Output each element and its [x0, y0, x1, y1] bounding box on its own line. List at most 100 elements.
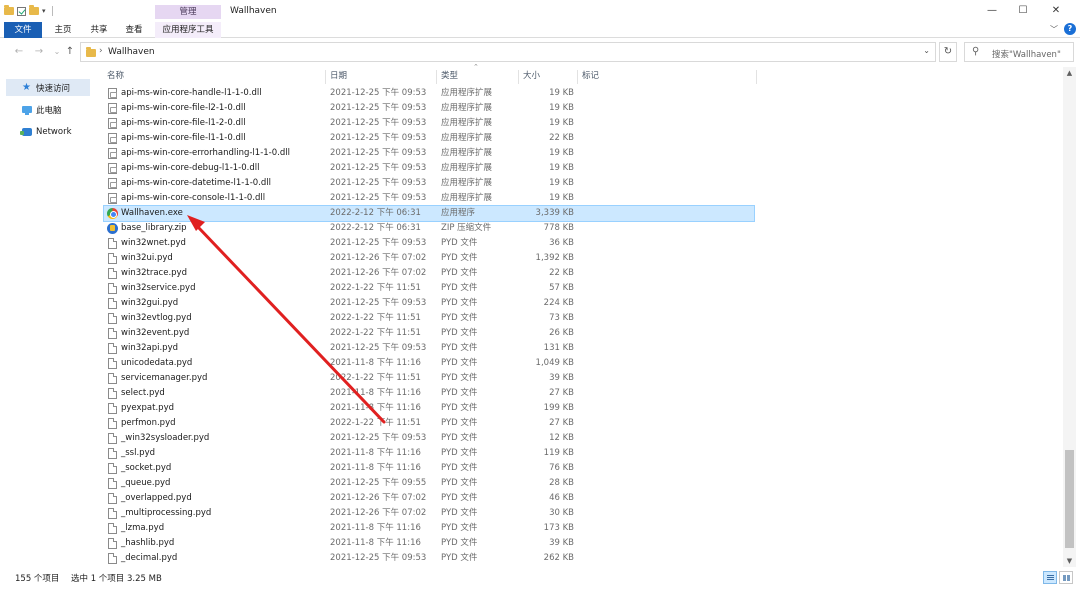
file-row[interactable]: _hashlib.pyd 2021-11-8 下午 11:16 PYD 文件 39 K…	[104, 536, 754, 551]
sidebar-item-this-pc[interactable]: 此电脑	[6, 101, 90, 118]
breadcrumb-chevron-icon[interactable]: ›	[99, 46, 103, 56]
file-row[interactable]: win32wnet.pyd 2021-12-25 下午 09:53 PYD 文件 36…	[104, 236, 754, 251]
file-row[interactable]: api-ms-win-core-console-l1-1-0.dll 2021-1…	[104, 191, 754, 206]
file-date: 2021-12-25 下午 09:53	[330, 148, 427, 158]
address-bar[interactable]: › Wallhaven ⌄	[80, 42, 936, 62]
file-row[interactable]: win32service.pyd 2022-1-22 下午 11:51 PYD 文件…	[104, 281, 754, 296]
file-type: PYD 文件	[441, 403, 478, 413]
doc-file-icon	[108, 388, 117, 399]
refresh-button[interactable]: ↻	[939, 42, 957, 62]
dll-file-icon	[108, 148, 117, 159]
file-row[interactable]: win32api.pyd 2021-12-25 下午 09:53 PYD 文件 131…	[104, 341, 754, 356]
forward-button[interactable]: →	[32, 45, 46, 59]
file-row[interactable]: unicodedata.pyd 2021-11-8 下午 11:16 PYD 文件 1…	[104, 356, 754, 371]
file-name: _win32sysloader.pyd	[121, 433, 210, 443]
file-date: 2021-12-25 下午 09:53	[330, 178, 427, 188]
file-row[interactable]: servicemanager.pyd 2022-1-22 下午 11:51 PYD …	[104, 371, 754, 386]
file-row[interactable]: win32event.pyd 2022-1-22 下午 11:51 PYD 文件 26…	[104, 326, 754, 341]
file-row[interactable]: _socket.pyd 2021-11-8 下午 11:16 PYD 文件 76 KB	[104, 461, 754, 476]
close-button[interactable]: ✕	[1044, 3, 1068, 19]
vertical-scrollbar[interactable]: ▲ ▼	[1063, 67, 1076, 567]
file-row[interactable]: api-ms-win-core-file-l2-1-0.dll 2021-12-2…	[104, 101, 754, 116]
column-header-type[interactable]: 类型	[441, 68, 458, 84]
file-size: 3,339 KB	[535, 208, 574, 218]
tab-view[interactable]: 查看	[119, 22, 149, 38]
back-button[interactable]: ←	[12, 45, 26, 59]
file-size: 39 KB	[549, 373, 574, 383]
details-view-icon	[1047, 575, 1054, 580]
file-name: _hashlib.pyd	[121, 538, 175, 548]
up-button[interactable]: ↑	[63, 45, 77, 59]
file-type: PYD 文件	[441, 553, 478, 563]
customize-toolbar-chevron-icon[interactable]: ▾	[42, 7, 46, 15]
column-header-name[interactable]: 名称	[107, 68, 124, 84]
properties-icon[interactable]	[17, 6, 26, 16]
scroll-up-arrow-icon[interactable]: ▲	[1063, 67, 1076, 79]
file-row[interactable]: api-ms-win-core-file-l1-1-0.dll 2021-12-2…	[104, 131, 754, 146]
file-row[interactable]: api-ms-win-core-handle-l1-1-0.dll 2021-12…	[104, 86, 754, 101]
expand-ribbon-chevron-icon[interactable]: ﹀	[1050, 24, 1058, 35]
zip-file-icon	[107, 223, 118, 234]
doc-file-icon	[108, 328, 117, 339]
tab-home[interactable]: 主页	[48, 22, 78, 38]
divider	[756, 70, 757, 84]
minimize-button[interactable]: —	[980, 3, 1004, 19]
file-row[interactable]: base_library.zip 2022-2-12 下午 06:31 ZIP 压缩…	[104, 221, 754, 236]
maximize-button[interactable]: ☐	[1011, 3, 1035, 19]
file-name: api-ms-win-core-errorhandling-l1-1-0.dll	[121, 148, 290, 158]
sidebar-item-network[interactable]: Network	[6, 123, 90, 140]
breadcrumb[interactable]: Wallhaven	[108, 47, 155, 57]
sidebar-item-quick-access[interactable]: ★ 快速访问	[6, 79, 90, 96]
file-size: 119 KB	[543, 448, 574, 458]
help-icon[interactable]: ?	[1064, 23, 1076, 35]
file-size: 19 KB	[549, 193, 574, 203]
tab-share[interactable]: 共享	[84, 22, 114, 38]
file-row[interactable]: win32ui.pyd 2021-12-26 下午 07:02 PYD 文件 1,39…	[104, 251, 754, 266]
doc-file-icon	[108, 268, 117, 279]
file-row[interactable]: _decimal.pyd 2021-12-25 下午 09:53 PYD 文件 262…	[104, 551, 754, 566]
address-dropdown-chevron-icon[interactable]: ⌄	[923, 46, 930, 55]
file-row[interactable]: perfmon.pyd 2022-1-22 下午 11:51 PYD 文件 27 KB	[104, 416, 754, 431]
search-input[interactable]: ⚲ 搜索"Wallhaven"	[964, 42, 1074, 62]
divider	[436, 70, 437, 84]
file-list: api-ms-win-core-handle-l1-1-0.dll 2021-12…	[103, 86, 1054, 566]
file-row[interactable]: win32evtlog.pyd 2022-1-22 下午 11:51 PYD 文件 7…	[104, 311, 754, 326]
tab-application-tools[interactable]: 应用程序工具	[155, 22, 221, 38]
file-row[interactable]: api-ms-win-core-datetime-l1-1-0.dll 2021-…	[104, 176, 754, 191]
item-count: 155 个项目	[15, 574, 60, 584]
tab-file[interactable]: 文件	[4, 22, 42, 38]
file-size: 19 KB	[549, 88, 574, 98]
file-row[interactable]: api-ms-win-core-file-l1-2-0.dll 2021-12-2…	[104, 116, 754, 131]
column-header-size[interactable]: 大小	[523, 68, 540, 84]
column-header-date[interactable]: 日期	[330, 68, 347, 84]
file-row[interactable]: _lzma.pyd 2021-11-8 下午 11:16 PYD 文件 173 KB	[104, 521, 754, 536]
file-row[interactable]: select.pyd 2021-11-8 下午 11:16 PYD 文件 27 KB	[104, 386, 754, 401]
manage-context-tab[interactable]: 管理	[155, 5, 221, 19]
file-row[interactable]: _multiprocessing.pyd 2021-12-26 下午 07:02 P…	[104, 506, 754, 521]
file-row[interactable]: api-ms-win-core-errorhandling-l1-1-0.dll…	[104, 146, 754, 161]
scrollbar-thumb[interactable]	[1065, 450, 1074, 548]
recent-locations-button[interactable]: ⌄	[50, 45, 64, 59]
file-row[interactable]: win32gui.pyd 2021-12-25 下午 09:53 PYD 文件 224…	[104, 296, 754, 311]
column-header-tags[interactable]: 标记	[582, 68, 599, 84]
file-name: api-ms-win-core-handle-l1-1-0.dll	[121, 88, 262, 98]
file-name: _queue.pyd	[121, 478, 171, 488]
file-row[interactable]: _queue.pyd 2021-12-25 下午 09:55 PYD 文件 28 KB	[104, 476, 754, 491]
file-size: 28 KB	[549, 478, 574, 488]
file-row[interactable]: _ssl.pyd 2021-11-8 下午 11:16 PYD 文件 119 KB	[104, 446, 754, 461]
details-view-button[interactable]	[1043, 571, 1057, 584]
file-row[interactable]: _win32sysloader.pyd 2021-12-25 下午 09:53 PY…	[104, 431, 754, 446]
scroll-down-arrow-icon[interactable]: ▼	[1063, 555, 1076, 567]
file-date: 2022-1-22 下午 11:51	[330, 418, 421, 428]
sidebar-item-label: Network	[36, 126, 72, 137]
file-row[interactable]: api-ms-win-core-debug-l1-1-0.dll 2021-12-…	[104, 161, 754, 176]
file-row[interactable]: pyexpat.pyd 2021-11-8 下午 11:16 PYD 文件 199 K…	[104, 401, 754, 416]
file-type: PYD 文件	[441, 448, 478, 458]
file-row[interactable]: Wallhaven.exe 2022-2-12 下午 06:31 应用程序 3,339…	[103, 205, 755, 222]
file-size: 22 KB	[549, 133, 574, 143]
doc-file-icon	[108, 523, 117, 534]
large-icons-view-button[interactable]	[1059, 571, 1073, 584]
file-row[interactable]: _overlapped.pyd 2021-12-26 下午 07:02 PYD 文件…	[104, 491, 754, 506]
file-row[interactable]: win32trace.pyd 2021-12-26 下午 07:02 PYD 文件 2…	[104, 266, 754, 281]
new-folder-icon[interactable]	[29, 5, 39, 15]
